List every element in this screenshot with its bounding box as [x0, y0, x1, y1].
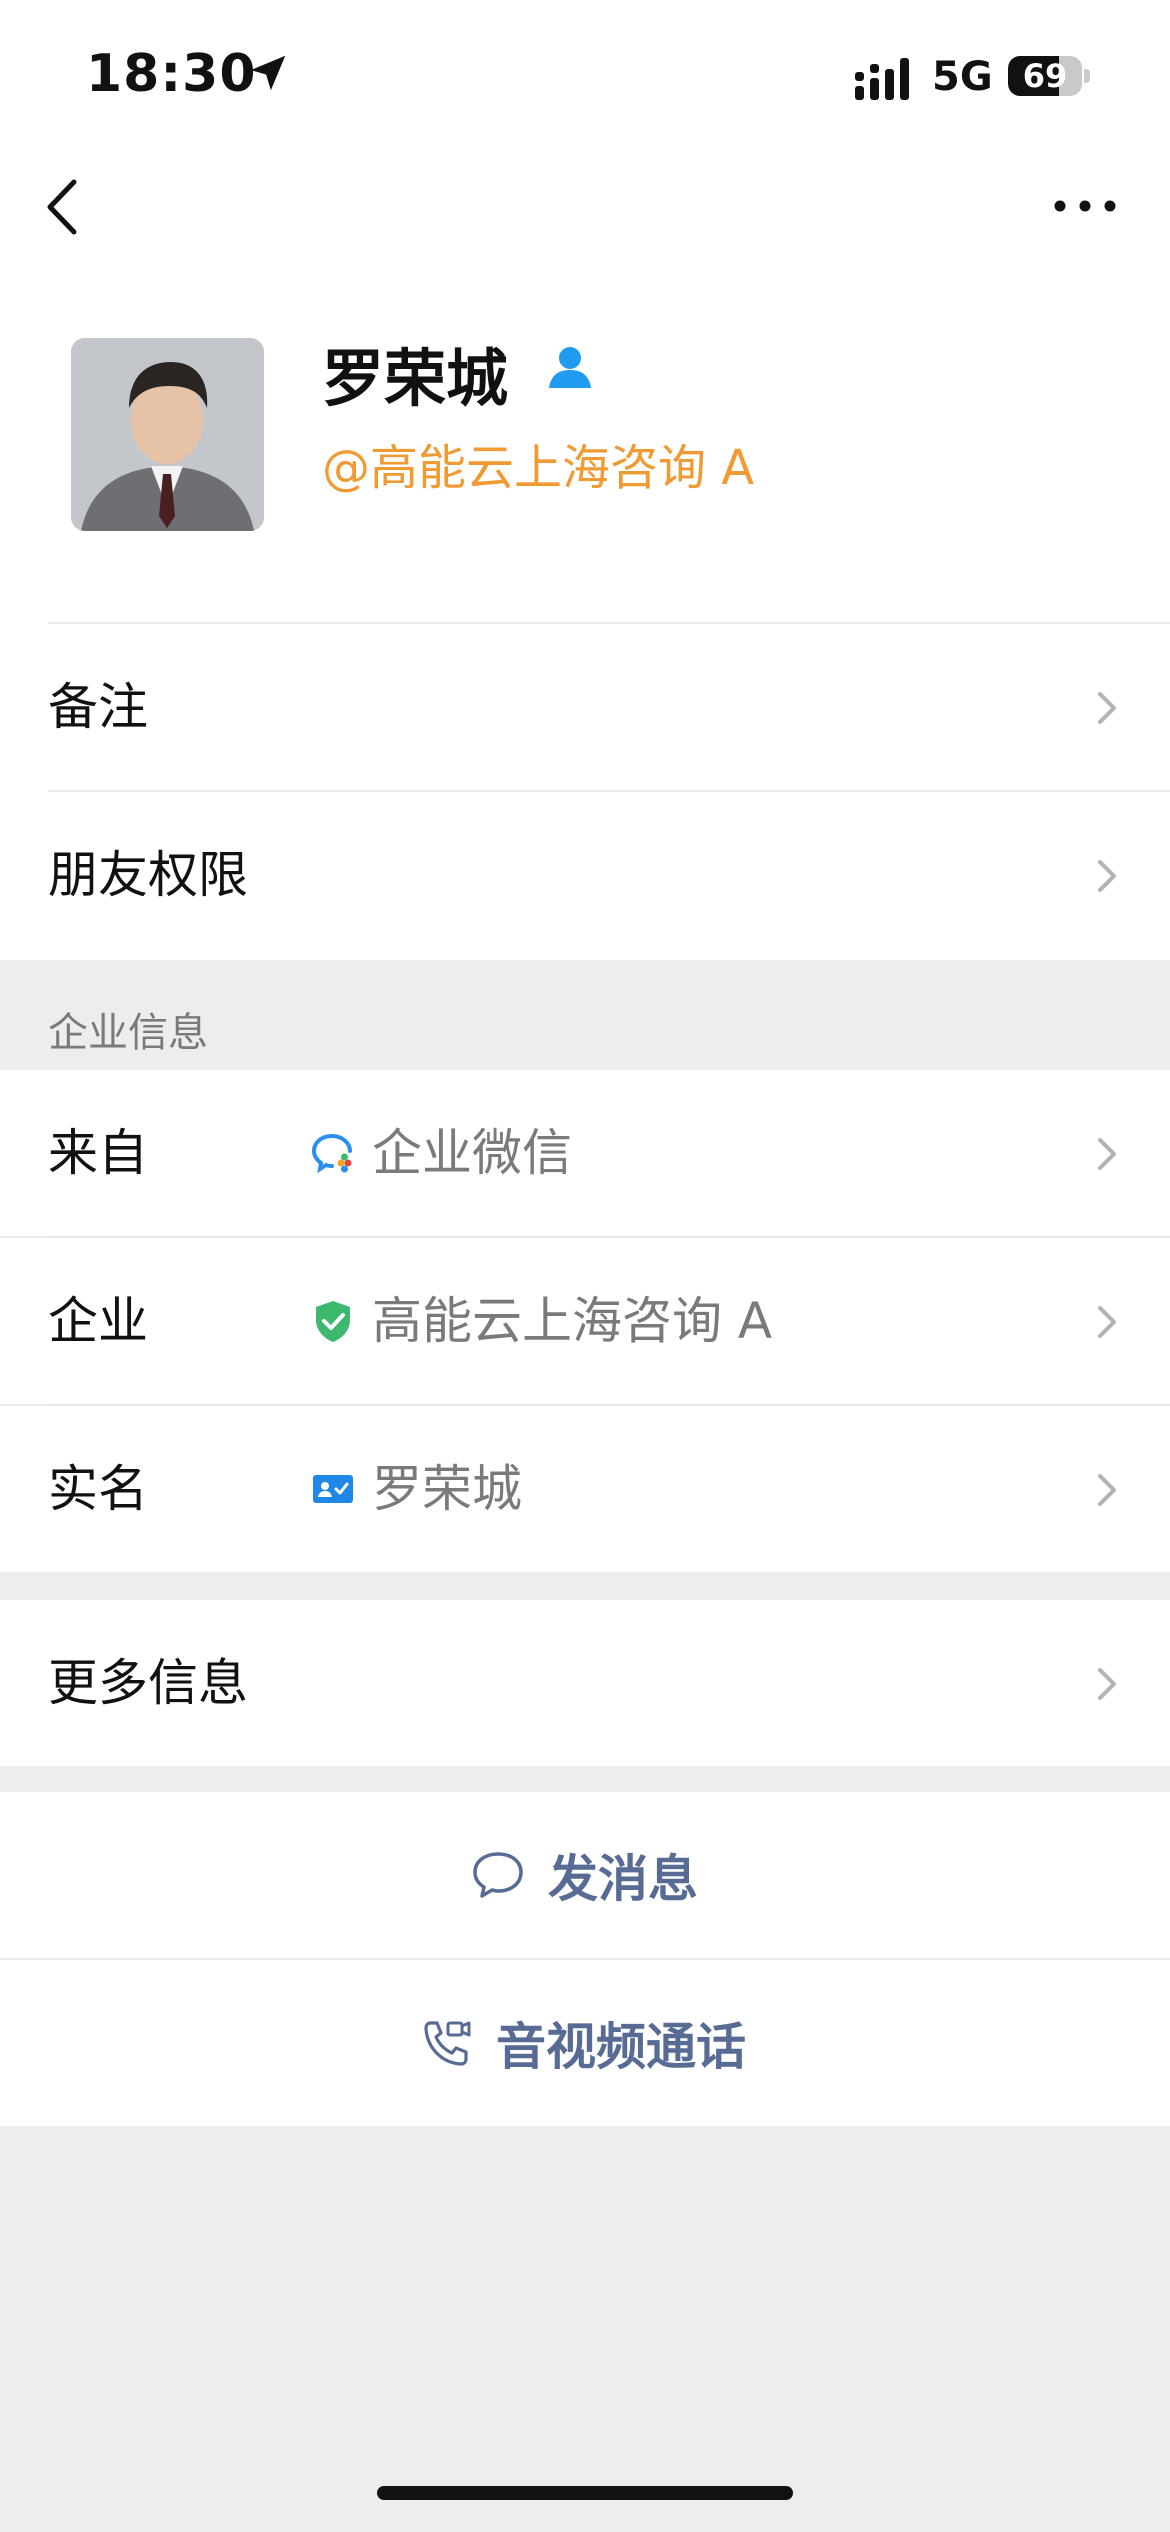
- real-name-label: 实名: [48, 1460, 148, 1518]
- more-options-icon[interactable]: [1050, 186, 1120, 226]
- chat-bubble-icon: [473, 1852, 523, 1898]
- chevron-right-icon: [1098, 860, 1116, 892]
- battery-icon: 69: [1008, 56, 1092, 98]
- remark-label: 备注: [48, 678, 148, 736]
- source-row[interactable]: 来自 企业微信: [0, 1070, 1170, 1236]
- enterprise-label: 企业: [48, 1292, 148, 1350]
- contact-person-icon: [549, 347, 591, 388]
- chevron-right-icon: [1098, 1474, 1116, 1506]
- status-bar: 18:30 5G 69: [0, 0, 1170, 150]
- send-message-button[interactable]: 发消息: [0, 1792, 1170, 1958]
- cellular-signal-icon: [855, 58, 909, 100]
- chevron-right-icon: [1098, 1668, 1116, 1700]
- avatar-photo: [71, 338, 264, 531]
- chevron-right-icon: [1098, 1306, 1116, 1338]
- chevron-right-icon: [1098, 1138, 1116, 1170]
- send-message-label: 发消息: [548, 1850, 698, 1908]
- wecom-logo-icon: [311, 1134, 352, 1174]
- home-indicator[interactable]: [377, 2486, 793, 2500]
- profile-company-tag: @高能云上海咨询 A: [322, 440, 755, 496]
- av-call-button[interactable]: 音视频通话: [0, 1960, 1170, 2126]
- real-name-value: 罗荣城: [372, 1460, 522, 1518]
- remark-row[interactable]: 备注: [0, 624, 1170, 790]
- av-call-label: 音视频通话: [496, 2018, 746, 2076]
- friend-permission-row[interactable]: 朋友权限: [0, 792, 1170, 958]
- id-card-icon: [313, 1475, 353, 1503]
- avatar[interactable]: [71, 338, 264, 531]
- verified-shield-icon: [316, 1301, 350, 1342]
- battery-percent: 69: [1022, 57, 1068, 95]
- chevron-right-icon: [1098, 692, 1116, 724]
- network-type: 5G: [932, 54, 993, 100]
- more-info-label: 更多信息: [48, 1654, 248, 1712]
- enterprise-row[interactable]: 企业 高能云上海咨询 A: [0, 1238, 1170, 1404]
- friend-permission-label: 朋友权限: [48, 846, 248, 904]
- source-value: 企业微信: [372, 1124, 572, 1182]
- source-label: 来自: [48, 1124, 148, 1182]
- more-info-row[interactable]: 更多信息: [0, 1600, 1170, 1766]
- enterprise-section-title: 企业信息: [48, 1010, 208, 1056]
- location-arrow-icon: [250, 55, 286, 91]
- back-chevron-icon[interactable]: [40, 172, 88, 242]
- real-name-row[interactable]: 实名 罗荣城: [0, 1406, 1170, 1572]
- phone-video-icon: [424, 2021, 471, 2066]
- status-time: 18:30: [86, 44, 257, 104]
- profile-name: 罗荣城: [322, 342, 509, 415]
- enterprise-value: 高能云上海咨询 A: [372, 1292, 773, 1350]
